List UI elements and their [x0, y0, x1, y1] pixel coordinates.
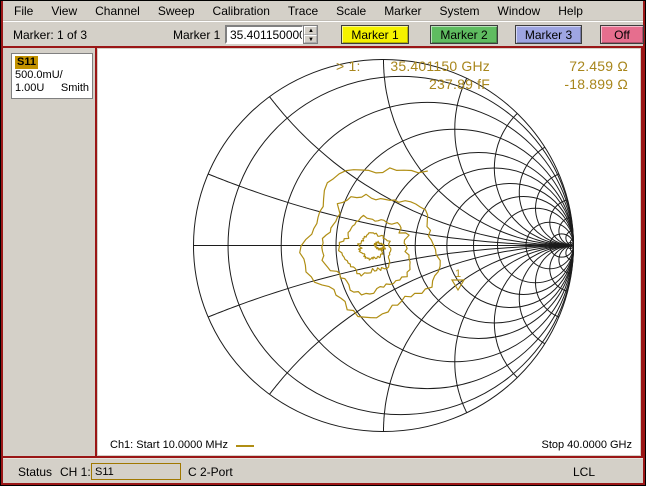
marker-capacitance-readout: 237.89 fF	[429, 76, 490, 92]
marker-toolbar: Marker: 1 of 3 Marker 1 35.4011500000 GH…	[3, 21, 644, 46]
stop-frequency-label: Stop 40.0000 GHz	[541, 439, 632, 451]
s11-trace	[299, 167, 441, 319]
trace-status-sidebar: S11 500.0mU/ 1.00U Smith	[3, 48, 95, 456]
marker-resistance-readout: 72.459 Ω	[569, 58, 628, 74]
arrow-up-icon: ▲	[308, 28, 314, 34]
trace-color-legend-dash	[236, 445, 254, 447]
menu-file[interactable]: File	[5, 2, 42, 20]
menu-view[interactable]: View	[42, 2, 86, 20]
trace-reference: 1.00U	[15, 82, 45, 94]
channel-label: CH 1:	[60, 465, 91, 479]
marker-frequency-input[interactable]: 35.4011500000 GHz	[225, 25, 303, 44]
menu-marker[interactable]: Marker	[375, 2, 430, 20]
start-frequency-label: Ch1: Start 10.0000 MHz	[110, 439, 229, 451]
plot-frame: 1 > 1: 35.401150 GHz 72.459 Ω 237.89 fF …	[95, 48, 643, 456]
menu-calibration[interactable]: Calibration	[204, 2, 279, 20]
marker-1-button[interactable]: Marker 1	[341, 25, 409, 44]
correction-status: C 2-Port	[188, 465, 233, 479]
marker-count-label: Marker: 1 of 3	[13, 28, 88, 42]
active-trace-box: S11	[91, 463, 181, 480]
marker-3-button[interactable]: Marker 3	[515, 25, 582, 44]
menu-channel[interactable]: Channel	[86, 2, 149, 20]
vna-application-window: File View Channel Sweep Calibration Trac…	[0, 0, 646, 486]
trace-name-s11[interactable]: S11	[15, 56, 38, 69]
status-label: Status	[18, 465, 53, 479]
menu-trace[interactable]: Trace	[279, 2, 327, 20]
spinner-up-button[interactable]: ▲	[304, 26, 317, 35]
trace-scale: 500.0mU/	[15, 69, 63, 81]
menu-window[interactable]: Window	[489, 2, 550, 20]
marker-frequency-readout: 35.401150 GHz	[390, 58, 490, 74]
marker-1-number-label: 1	[455, 268, 461, 280]
menu-scale[interactable]: Scale	[327, 2, 375, 20]
menu-system[interactable]: System	[431, 2, 489, 20]
arrow-down-icon: ▼	[308, 36, 314, 43]
channel-window: S11 500.0mU/ 1.00U Smith 1 > 1: 35.40115…	[3, 46, 643, 458]
local-mode-indicator: LCL	[572, 465, 595, 479]
marker-stimulus-label: Marker 1	[173, 28, 221, 42]
smith-chart-svg: 1	[193, 59, 575, 432]
active-marker-indicator: > 1:	[336, 58, 361, 74]
menu-help[interactable]: Help	[549, 2, 592, 20]
status-bar: Status CH 1: S11 C 2-Port LCL	[3, 458, 643, 483]
spinner-down-button[interactable]: ▼	[304, 34, 317, 43]
marker-2-button[interactable]: Marker 2	[430, 25, 498, 44]
menu-sweep[interactable]: Sweep	[149, 2, 204, 20]
menu-bar: File View Channel Sweep Calibration Trac…	[3, 1, 643, 21]
frequency-spinner: ▲ ▼	[303, 25, 318, 44]
marker-reactance-readout: -18.899 Ω	[564, 76, 628, 92]
smith-chart-plot: 1 > 1: 35.401150 GHz 72.459 Ω 237.89 fF …	[98, 49, 640, 455]
trace-format: Smith	[60, 82, 89, 94]
marker-off-button[interactable]: Off	[600, 25, 644, 44]
window-red-frame: File View Channel Sweep Calibration Trac…	[1, 1, 645, 485]
trace-status-box[interactable]: S11 500.0mU/ 1.00U Smith	[11, 53, 93, 99]
